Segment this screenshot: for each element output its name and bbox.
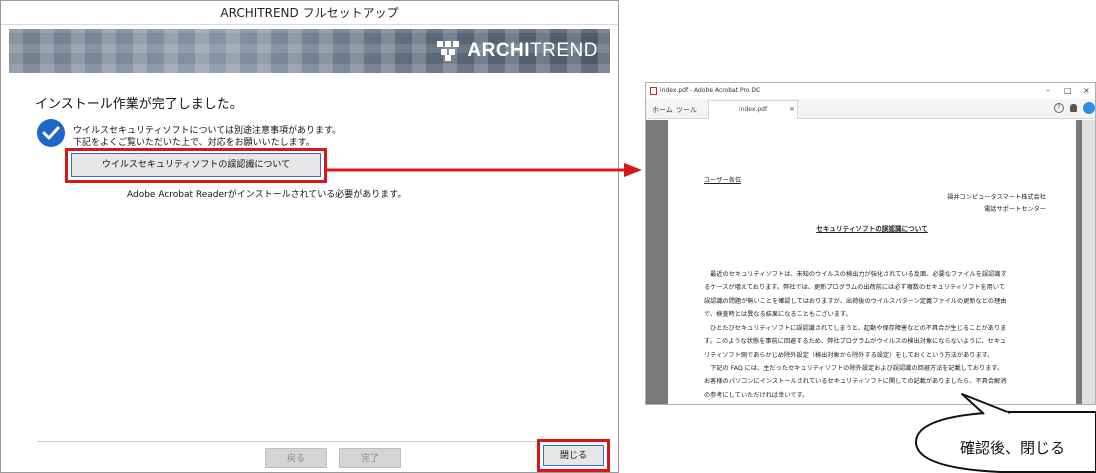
profile-icon[interactable] [1083,102,1095,114]
brand-suffix: TREND [530,40,598,61]
page-addressee: ユーザー各位 [704,177,742,184]
back-button[interactable]: 戻る [265,448,327,468]
pdf-file-icon [650,87,657,95]
paragraph-line: す。このような状態を事前に回避するため、弊社プログラムがウイルスの検出対象になら… [704,338,1007,346]
callout-text: 確認後、閉じる [960,439,1066,457]
vertical-scrollbar[interactable] [1082,120,1095,404]
architrend-logo-icon [437,41,460,61]
document-viewer: ユーザー各位 福井コンピュータスマート株式会社 電話サポートセンター セキュリテ… [646,120,1095,404]
paragraph-line: の参考にしていただければ幸いです。 [704,391,809,399]
help-icon[interactable]: ? [1054,103,1064,113]
tab-document-label: index.pdf [739,106,768,113]
installer-window: ARCHITREND フルセットアップ ARCHITREND インストール作業が… [0,0,619,473]
tab-tools[interactable]: ツール [676,105,697,115]
page-paragraph-1: 最近のセキュリティソフトは、未知のウイルスの検出力が強化されている反面、必要なフ… [704,268,1054,322]
brand-prefix: ARCHI [467,40,531,61]
finish-button[interactable]: 完了 [339,448,401,468]
page-paragraph-2: ひとたびセキュリティソフトに誤認識されてしまうと、起動や保存障害などの不具合が生… [704,322,1054,362]
security-misdetection-button[interactable]: ウイルスセキュリティソフトの誤認識について [71,153,321,177]
close-button[interactable]: 閉じる [543,445,604,466]
pdf-page: ユーザー各位 福井コンピュータスマート株式会社 電話サポートセンター セキュリテ… [668,120,1076,404]
page-company: 福井コンピュータスマート株式会社 [947,194,1046,201]
paragraph-line: リティソフト側であらかじめ除外設定（検出対象から除外する設定）をしておくという方… [704,351,994,359]
minimize-icon[interactable]: – [1046,83,1050,99]
acrobat-tabbar: ホーム ツール index.pdf × ? [646,99,1095,119]
tab-home[interactable]: ホーム [652,105,673,115]
maximize-icon[interactable]: □ [1064,83,1072,99]
architrend-banner: ARCHITREND [9,29,610,73]
paragraph-line: ひとたびセキュリティソフトに誤認識されてしまうと、起動や保存障害などの不具合が生… [704,325,1007,332]
paragraph-line: 下記の FAQ には、主だったセキュリティソフトの除外設定および誤認識の回避方法… [704,365,1004,372]
page-paragraph-3: 下記の FAQ には、主だったセキュリティソフトの除外設定および誤認識の回避方法… [704,362,1054,402]
checkmark-icon [37,119,65,147]
page-title: セキュリティソフトの誤認識について [816,225,928,233]
paragraph-line: 誤認識の問題が無いことを確認してはおりますが、出荷後のウイルスパターン定義ファイ… [704,297,1007,305]
acrobat-window-title: index.pdf - Adobe Acrobat Pro DC [660,87,761,94]
paragraph-line: お客様のパソコンにインストールされているセキュリティソフトに関しての記載がありま… [704,378,1007,386]
notice-line-2: 下記をよくご覧いただいた上で、対応をお願いいたします。 [73,138,315,148]
architrend-logo: ARCHITREND [437,39,598,63]
tab-document[interactable]: index.pdf × [708,100,798,119]
connector-arrow [326,163,642,177]
bell-icon[interactable] [1070,104,1077,112]
footer-divider [37,441,607,442]
acrobat-reader-note: Adobe Acrobat Readerがインストールされている必要があります。 [127,190,407,200]
paragraph-line: 最近のセキュリティソフトは、未知のウイルスの検出力が強化されている反面、必要なフ… [704,271,1007,278]
complete-message: インストール作業が完了しました。 [35,97,243,112]
window-close-icon[interactable]: × [1083,83,1090,99]
acrobat-titlebar: index.pdf - Adobe Acrobat Pro DC – □ × [646,83,1095,99]
installer-title: ARCHITREND フルセットアップ [1,1,618,25]
paragraph-line: で、検査時とは異なる結果になることもございます。 [704,311,852,319]
paragraph-line: るケースが増えております。弊社では、更新プログラムの出荷前には必ず複数のセキュリ… [704,284,1006,292]
page-support-center: 電話サポートセンター [984,206,1046,213]
tab-close-icon[interactable]: × [789,105,795,113]
acrobat-window: index.pdf - Adobe Acrobat Pro DC – □ × ホ… [645,82,1096,405]
